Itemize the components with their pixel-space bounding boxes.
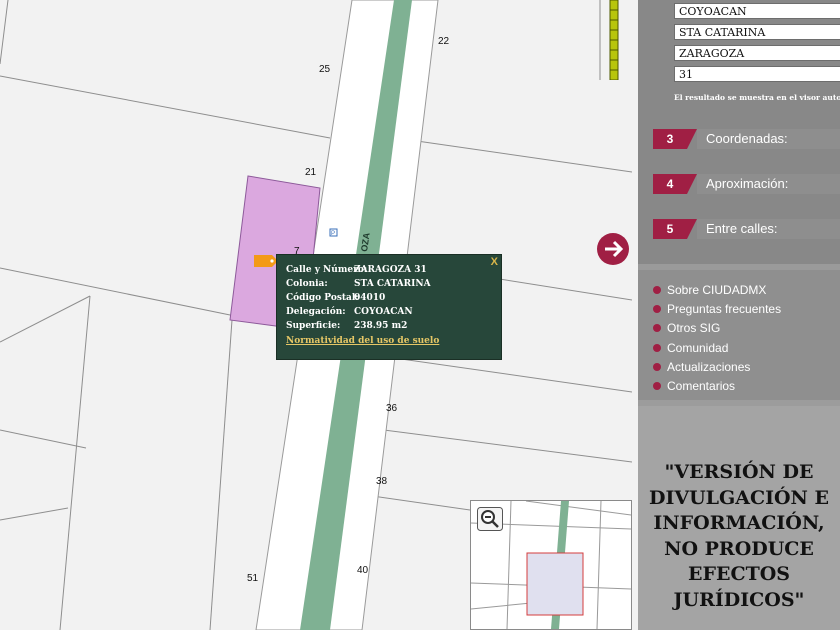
link-actualizaciones[interactable]: Actualizaciones [653, 360, 750, 374]
lot-number: 38 [376, 476, 388, 487]
lot-number: 40 [357, 565, 369, 576]
number-field[interactable]: 31 [674, 66, 840, 82]
land-use-link[interactable]: Normatividad del uso de suelo [286, 336, 439, 346]
link-sobre-ciudadmx[interactable]: Sobre CIUDADMX [653, 283, 766, 297]
popup-row-superficie: Superficie: 238.95 m2 [286, 321, 408, 331]
lot-number: 25 [319, 64, 331, 75]
popup-row-delegacion: Delegación: COYOACAN [286, 307, 413, 317]
parcel-info-popup: X Calle y Número:ZARAGOZA 31 Colonia: STA… [276, 254, 502, 360]
lot-number: 21 [305, 167, 317, 178]
zoom-out-icon[interactable] [477, 507, 503, 531]
svg-text:P: P [331, 231, 335, 237]
popup-row-postal-code: Código Postal:04010 [286, 293, 386, 303]
colonia-field[interactable]: STA CATARINA [674, 24, 840, 40]
street-field[interactable]: ZARAGOZA [674, 45, 840, 61]
lot-number: 51 [247, 573, 259, 584]
link-comunidad[interactable]: Comunidad [653, 341, 728, 355]
search-panel: COYOACAN STA CATARINA ZARAGOZA 31 El res… [638, 0, 840, 630]
map-viewer[interactable]: P OZA 22 25 21 7 30 36 38 40 51 X Calle … [0, 0, 632, 630]
lot-number: 22 [438, 36, 450, 47]
legal-disclaimer: "VERSIÓN DE DIVULGACIÓN E INFORMACIÓN, N… [638, 406, 840, 630]
delegacion-field[interactable]: COYOACAN [674, 3, 840, 19]
location-pin-icon[interactable] [254, 255, 278, 267]
popup-row-address: Calle y Número:ZARAGOZA 31 [286, 265, 427, 275]
result-note: El resultado se muestra en el visor auto… [674, 93, 840, 102]
info-links: Sobre CIUDADMX Preguntas frecuentes Otro… [638, 264, 840, 406]
scale-bar[interactable] [608, 0, 620, 80]
lot-number: 36 [386, 403, 398, 414]
close-icon[interactable]: X [491, 256, 498, 268]
popup-row-colonia: Colonia: STA CATARINA [286, 279, 431, 289]
link-preguntas-frecuentes[interactable]: Preguntas frecuentes [653, 302, 781, 316]
link-otros-sig[interactable]: Otros SIG [653, 321, 720, 335]
link-comentarios[interactable]: Comentarios [653, 379, 735, 393]
arrow-right-icon[interactable] [596, 232, 630, 266]
